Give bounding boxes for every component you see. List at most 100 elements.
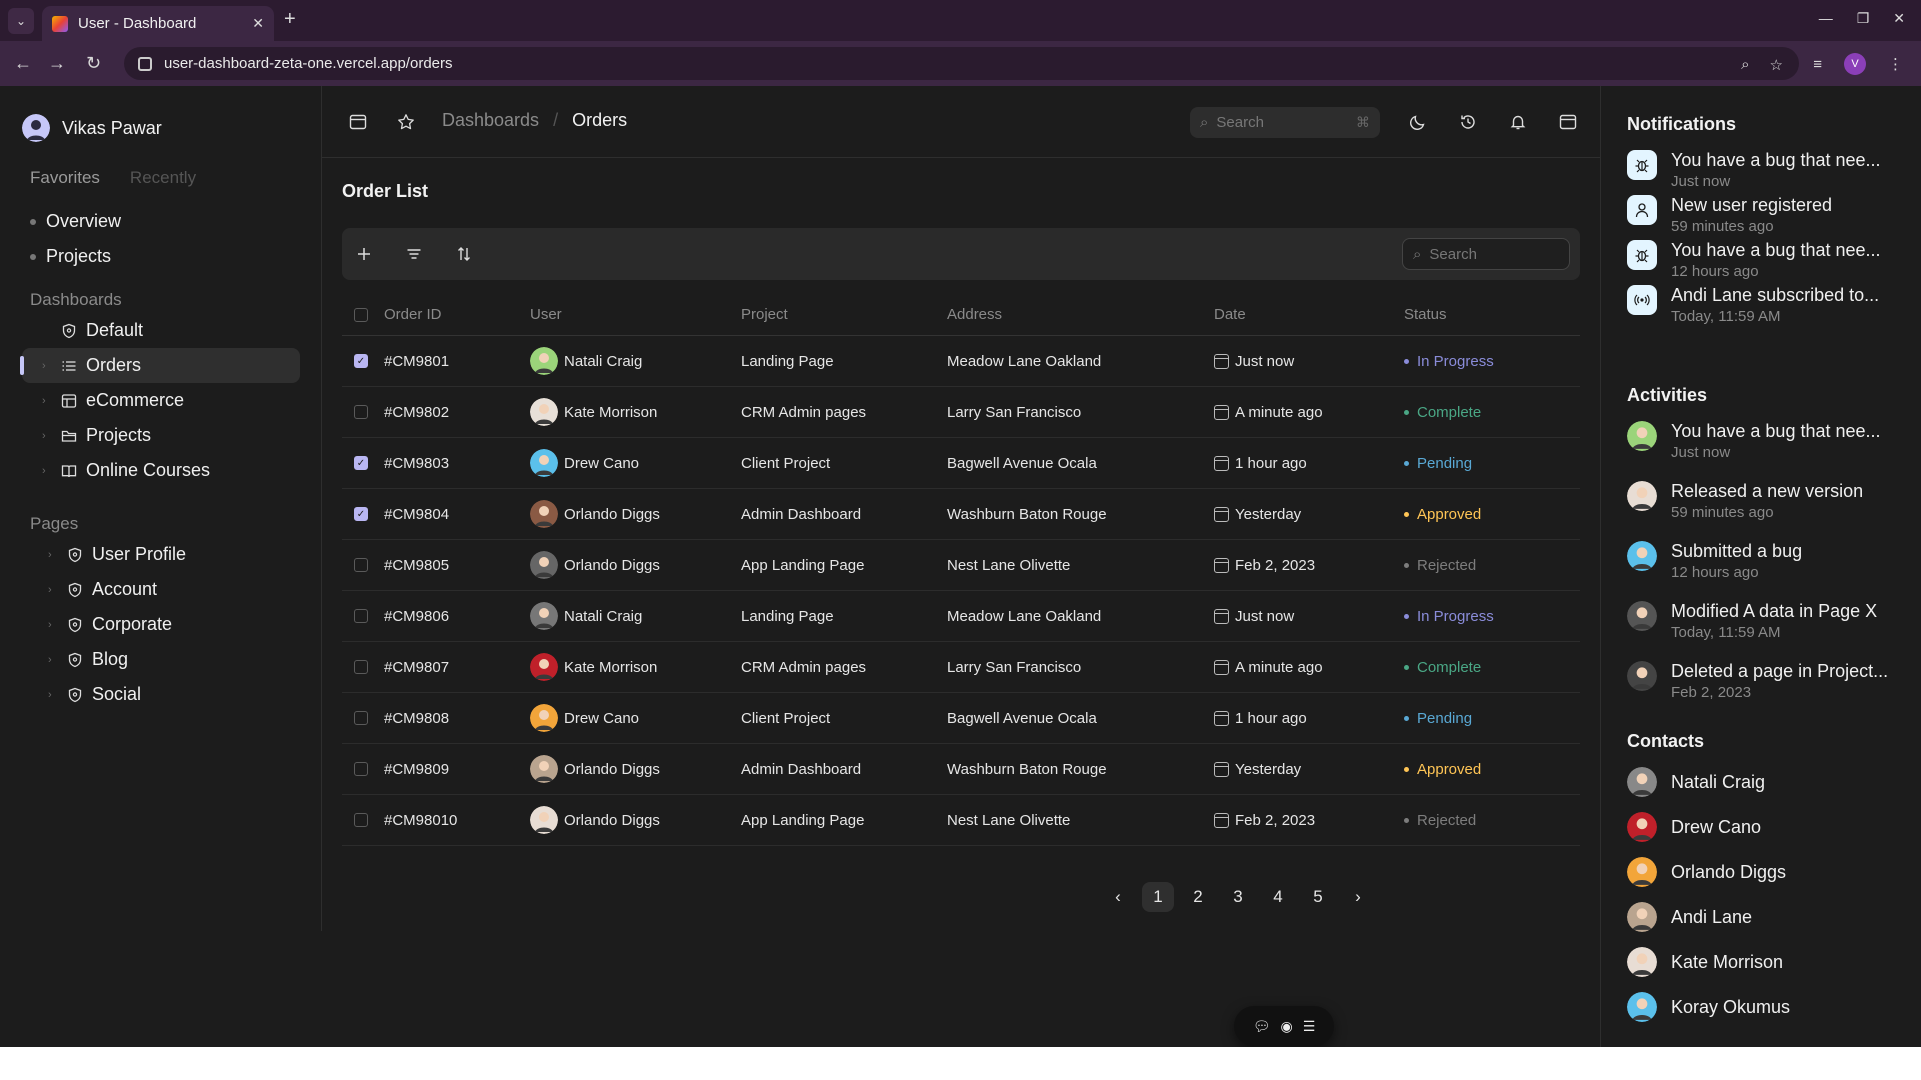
new-tab-button[interactable]: + [284, 8, 296, 31]
row-checkbox[interactable]: ✓ [354, 507, 368, 521]
add-icon[interactable] [352, 242, 376, 266]
column-address[interactable]: Address [947, 306, 1214, 323]
panel-toggle-icon[interactable] [1556, 110, 1580, 134]
sidebar-item-user-profile[interactable]: › User Profile [22, 537, 300, 572]
page-5-button[interactable]: 5 [1302, 882, 1334, 912]
page-2-button[interactable]: 2 [1182, 882, 1214, 912]
table-row[interactable]: #CM9807 Kate Morrison CRM Admin pages La… [342, 642, 1580, 693]
row-checkbox[interactable] [354, 609, 368, 623]
comment-icon[interactable]: 💬︎ [1253, 1018, 1271, 1035]
chevron-right-icon[interactable]: › [42, 360, 60, 372]
row-checkbox[interactable] [354, 558, 368, 572]
row-checkbox[interactable] [354, 405, 368, 419]
table-row[interactable]: ✓ #CM9804 Orlando Diggs Admin Dashboard … [342, 489, 1580, 540]
row-checkbox[interactable]: ✓ [354, 456, 368, 470]
chevron-right-icon[interactable]: › [42, 465, 60, 477]
contact-item[interactable]: Orlando Diggs [1627, 857, 1786, 887]
chevron-right-icon[interactable]: › [42, 430, 60, 442]
media-control-icon[interactable]: ≡ [1813, 56, 1822, 73]
column-date[interactable]: Date [1214, 306, 1404, 323]
sidebar-item-projects[interactable]: › Projects [22, 418, 300, 453]
sidebar-item-social[interactable]: › Social [22, 677, 300, 712]
table-row[interactable]: ✓ #CM9801 Natali Craig Landing Page Mead… [342, 336, 1580, 387]
minimize-icon[interactable]: — [1819, 10, 1833, 27]
chevron-right-icon[interactable]: › [48, 654, 66, 666]
column-status[interactable]: Status [1404, 306, 1580, 323]
activity-item[interactable]: Submitted a bug 12 hours ago [1627, 541, 1917, 581]
zoom-icon[interactable]: ⌕ [1741, 56, 1749, 74]
row-checkbox[interactable]: ✓ [354, 354, 368, 368]
table-row[interactable]: #CM98010 Orlando Diggs App Landing Page … [342, 795, 1580, 846]
column-order-id[interactable]: Order ID [384, 306, 530, 323]
notification-item[interactable]: Andi Lane subscribed to... Today, 11:59 … [1627, 285, 1917, 325]
sidebar-item-corporate[interactable]: › Corporate [22, 607, 300, 642]
chevron-right-icon[interactable]: › [48, 584, 66, 596]
chevron-right-icon[interactable]: › [48, 689, 66, 701]
forward-icon[interactable]: → [48, 53, 66, 74]
tab-favorites[interactable]: Favorites [30, 168, 100, 188]
page-3-button[interactable]: 3 [1222, 882, 1254, 912]
column-project[interactable]: Project [741, 306, 947, 323]
filter-icon[interactable] [402, 242, 426, 266]
chevron-right-icon[interactable]: › [42, 395, 60, 407]
tab-list-button[interactable]: ⌄ [8, 8, 34, 34]
tab-close-icon[interactable]: ✕ [252, 15, 264, 32]
activity-item[interactable]: You have a bug that nee... Just now [1627, 421, 1917, 461]
favorite-item-overview[interactable]: Overview [30, 204, 121, 239]
contact-item[interactable]: Koray Okumus [1627, 992, 1790, 1022]
table-row[interactable]: #CM9802 Kate Morrison CRM Admin pages La… [342, 387, 1580, 438]
star-icon[interactable] [394, 110, 418, 134]
back-icon[interactable]: ← [14, 53, 32, 74]
bell-icon[interactable] [1506, 110, 1530, 134]
page-1-button[interactable]: 1 [1142, 882, 1174, 912]
notification-item[interactable]: New user registered 59 minutes ago [1627, 195, 1917, 235]
reload-icon[interactable]: ↻ [86, 53, 101, 74]
contact-item[interactable]: Drew Cano [1627, 812, 1761, 842]
notification-item[interactable]: You have a bug that nee... Just now [1627, 150, 1917, 190]
select-all-checkbox[interactable] [354, 307, 368, 322]
table-row[interactable]: #CM9805 Orlando Diggs App Landing Page N… [342, 540, 1580, 591]
activity-item[interactable]: Modified A data in Page X Today, 11:59 A… [1627, 601, 1917, 641]
row-checkbox[interactable] [354, 660, 368, 674]
search-input[interactable]: ⌕ Search ⌘ [1190, 107, 1380, 138]
page-4-button[interactable]: 4 [1262, 882, 1294, 912]
chevron-right-icon[interactable]: › [48, 619, 66, 631]
table-row[interactable]: #CM9809 Orlando Diggs Admin Dashboard Wa… [342, 744, 1580, 795]
tab-recently[interactable]: Recently [130, 168, 196, 188]
sidebar-item-ecommerce[interactable]: › eCommerce [22, 383, 300, 418]
breadcrumb-dashboards[interactable]: Dashboards [442, 110, 539, 131]
close-window-icon[interactable]: ✕ [1893, 10, 1905, 27]
column-user[interactable]: User [530, 306, 741, 323]
site-info-icon[interactable] [138, 56, 152, 71]
sidebar-item-default[interactable]: Default [22, 313, 300, 348]
eye-icon[interactable]: ◉ [1281, 1018, 1293, 1035]
favorite-item-projects[interactable]: Projects [30, 239, 121, 274]
sidebar-item-account[interactable]: › Account [22, 572, 300, 607]
row-checkbox[interactable] [354, 762, 368, 776]
user-profile[interactable]: Vikas Pawar [22, 114, 162, 142]
table-row[interactable]: #CM9806 Natali Craig Landing Page Meadow… [342, 591, 1580, 642]
contact-item[interactable]: Andi Lane [1627, 902, 1752, 932]
sidebar-item-blog[interactable]: › Blog [22, 642, 300, 677]
history-icon[interactable] [1456, 110, 1480, 134]
table-row[interactable]: #CM9808 Drew Cano Client Project Bagwell… [342, 693, 1580, 744]
sort-icon[interactable] [452, 242, 476, 266]
prev-page-icon[interactable]: ‹ [1102, 882, 1134, 912]
row-checkbox[interactable] [354, 711, 368, 725]
activity-item[interactable]: Released a new version 59 minutes ago [1627, 481, 1917, 521]
next-page-icon[interactable]: › [1342, 882, 1374, 912]
sidebar-item-online-courses[interactable]: › Online Courses [22, 453, 300, 488]
browser-tab[interactable]: User - Dashboard ✕ [42, 6, 274, 41]
browser-menu-icon[interactable]: ⋮ [1888, 55, 1903, 73]
row-checkbox[interactable] [354, 813, 368, 827]
chevron-right-icon[interactable]: › [48, 549, 66, 561]
sidebar-item-orders[interactable]: › Orders [20, 348, 300, 383]
sidebar-toggle-icon[interactable] [346, 110, 370, 134]
activity-item[interactable]: Deleted a page in Project... Feb 2, 2023 [1627, 661, 1917, 701]
settings-icon[interactable]: ☰ [1303, 1018, 1316, 1035]
restore-icon[interactable]: ❐ [1857, 10, 1870, 27]
notification-item[interactable]: You have a bug that nee... 12 hours ago [1627, 240, 1917, 280]
table-row[interactable]: ✓ #CM9803 Drew Cano Client Project Bagwe… [342, 438, 1580, 489]
contact-item[interactable]: Natali Craig [1627, 767, 1765, 797]
address-bar[interactable]: user-dashboard-zeta-one.vercel.app/order… [124, 47, 1799, 80]
